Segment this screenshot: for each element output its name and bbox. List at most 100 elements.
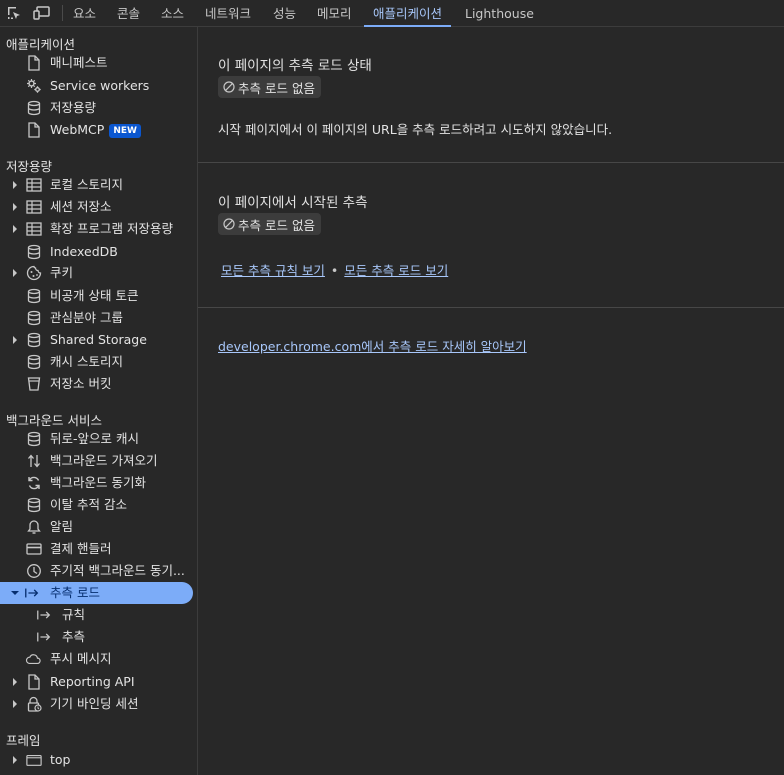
sidebar-item-webmcp[interactable]: WebMCP NEW [0,119,193,141]
sidebar-item-notifications[interactable]: 알림 [0,516,193,538]
status-description: 시작 페이지에서 이 페이지의 URL을 추측 로드하려고 시도하지 않았습니다… [218,122,613,137]
sidebar-item-label: Service workers [50,78,150,93]
sidebar-item-storage-buckets[interactable]: 저장소 버킷 [0,373,193,395]
arrow-bar-icon [36,607,52,623]
sidebar-item-cache-storage[interactable]: 캐시 스토리지 [0,351,193,373]
link-separator: • [330,263,339,278]
database-icon [26,354,42,370]
chevron-right-icon[interactable] [10,677,20,687]
sidebar-item-label: 쿠키 [50,265,74,280]
initiated-chip: 추측 로드 없음 [218,213,321,235]
sidebar-item-label: 관심분야 그룹 [50,310,123,325]
sidebar-item-interest-groups[interactable]: 관심분야 그룹 [0,307,193,329]
sidebar-item-speculations[interactable]: 추측 [0,626,193,648]
learn-more-link[interactable]: developer.chrome.com에서 추측 로드 자세히 알아보기 [218,339,527,354]
sidebar-item-session-storage[interactable]: 세션 저장소 [0,196,193,218]
gears-icon [26,78,42,94]
sidebar-item-label: Shared Storage [50,332,147,347]
tab-console[interactable]: 콘솔 [117,0,140,26]
new-badge: NEW [109,124,141,138]
tab-memory[interactable]: 메모리 [317,0,352,26]
chevron-right-icon[interactable] [10,180,20,190]
sidebar-item-bounce-tracking[interactable]: 이탈 추적 감소 [0,494,193,516]
table-icon [26,199,42,215]
file-icon [26,122,42,138]
tab-sources[interactable]: 소스 [161,0,184,26]
sidebar-item-shared-storage[interactable]: Shared Storage [0,329,193,351]
file-icon [26,55,42,71]
initiated-section-title: 이 페이지에서 시작된 추측 [218,195,368,211]
sidebar-item-label: Reporting API [50,674,135,689]
sidebar-item-label: 캐시 스토리지 [50,354,123,369]
card-icon [26,541,42,557]
sync-icon [26,475,42,491]
sidebar-item-rules[interactable]: 규칙 [0,604,193,626]
bucket-icon [26,376,42,392]
sidebar-item-extension-storage[interactable]: 확장 프로그램 저장용량 [0,218,193,240]
section-title-storage: 저장용량 [6,159,53,174]
sidebar-item-frame-top[interactable]: top [0,749,193,771]
chevron-right-icon[interactable] [10,268,20,278]
tab-elements[interactable]: 요소 [73,0,96,26]
sidebar-item-local-storage[interactable]: 로컬 스토리지 [0,174,193,196]
chevron-right-icon[interactable] [10,755,20,765]
sidebar-item-cookies[interactable]: 쿠키 [0,262,193,284]
chevron-down-icon[interactable] [10,588,20,598]
cookie-icon [26,265,42,281]
view-all-rules-link[interactable]: 모든 추측 규칙 보기 [221,263,325,278]
chevron-right-icon[interactable] [10,224,20,234]
sidebar-item-service-workers[interactable]: Service workers [0,75,193,97]
view-all-speculations-link[interactable]: 모든 추측 로드 보기 [344,263,448,278]
tab-performance[interactable]: 성능 [273,0,296,26]
sidebar-item-payment-handler[interactable]: 결제 핸들러 [0,538,193,560]
section-divider [198,162,784,163]
sidebar-item-label: 주기적 백그라운드 동기... [50,563,185,578]
chevron-right-icon[interactable] [10,335,20,345]
sidebar-item-label: 세션 저장소 [50,199,112,214]
sidebar-item-periodic-background-sync[interactable]: 주기적 백그라운드 동기... [0,560,193,582]
sidebar-item-label: 기기 바인딩 세션 [50,696,139,711]
status-chip: 추측 로드 없음 [218,76,321,98]
section-divider [198,307,784,308]
table-icon [26,221,42,237]
sidebar-item-reporting-api[interactable]: Reporting API [0,671,193,693]
sidebar-item-label: 추측 로드 [50,585,100,600]
sidebar-item-label: 규칙 [62,607,86,622]
sidebar-item-indexeddb[interactable]: IndexedDB [0,241,193,263]
sidebar-item-device-bound-sessions[interactable]: 기기 바인딩 세션 [0,693,193,715]
blocked-icon [223,218,235,230]
sidebar-item-bfcache[interactable]: 뒤로-앞으로 캐시 [0,428,193,450]
table-icon [26,177,42,193]
sidebar-item-label: 확장 프로그램 저장용량 [50,221,173,236]
sidebar-item-push-messaging[interactable]: 푸시 메시지 [0,648,193,670]
sidebar-item-storage[interactable]: 저장용량 [0,97,193,119]
sidebar-item-label: 비공개 상태 토큰 [50,288,139,303]
frame-icon [26,752,42,768]
learn-more-row: developer.chrome.com에서 추측 로드 자세히 알아보기 [218,336,527,355]
tab-network[interactable]: 네트워크 [205,0,251,26]
section-title-frames: 프레임 [6,733,41,748]
sidebar-item-background-fetch[interactable]: 백그라운드 가져오기 [0,450,193,472]
status-chip-label: 추측 로드 없음 [238,80,315,96]
chevron-right-icon[interactable] [10,699,20,709]
sidebar-item-label-wrap: WebMCP NEW [50,119,141,141]
sidebar-item-speculative-loads[interactable]: 추측 로드 [0,582,193,604]
database-icon [26,310,42,326]
sidebar-item-private-state-tokens[interactable]: 비공개 상태 토큰 [0,285,193,307]
device-toolbar-icon[interactable] [32,3,52,23]
sidebar-item-label: WebMCP [50,122,105,137]
chevron-right-icon[interactable] [10,202,20,212]
tab-lighthouse[interactable]: Lighthouse [465,0,534,26]
cloud-icon [25,651,41,667]
speculative-loads-panel: 이 페이지의 추측 로드 상태 추측 로드 없음 시작 페이지에서 이 페이지의… [198,27,784,775]
inspect-element-icon[interactable] [4,3,24,23]
sidebar-item-label: 백그라운드 가져오기 [50,453,158,468]
tab-application[interactable]: 애플리케이션 [363,0,452,27]
clock-icon [26,563,42,579]
lock-icon [26,696,42,712]
sidebar-item-manifest[interactable]: 매니페스트 [0,52,193,74]
sidebar-item-background-sync[interactable]: 백그라운드 동기화 [0,472,193,494]
database-icon [26,431,42,447]
sidebar-item-label: 저장용량 [50,100,97,115]
initiated-chip-label: 추측 로드 없음 [238,217,315,233]
